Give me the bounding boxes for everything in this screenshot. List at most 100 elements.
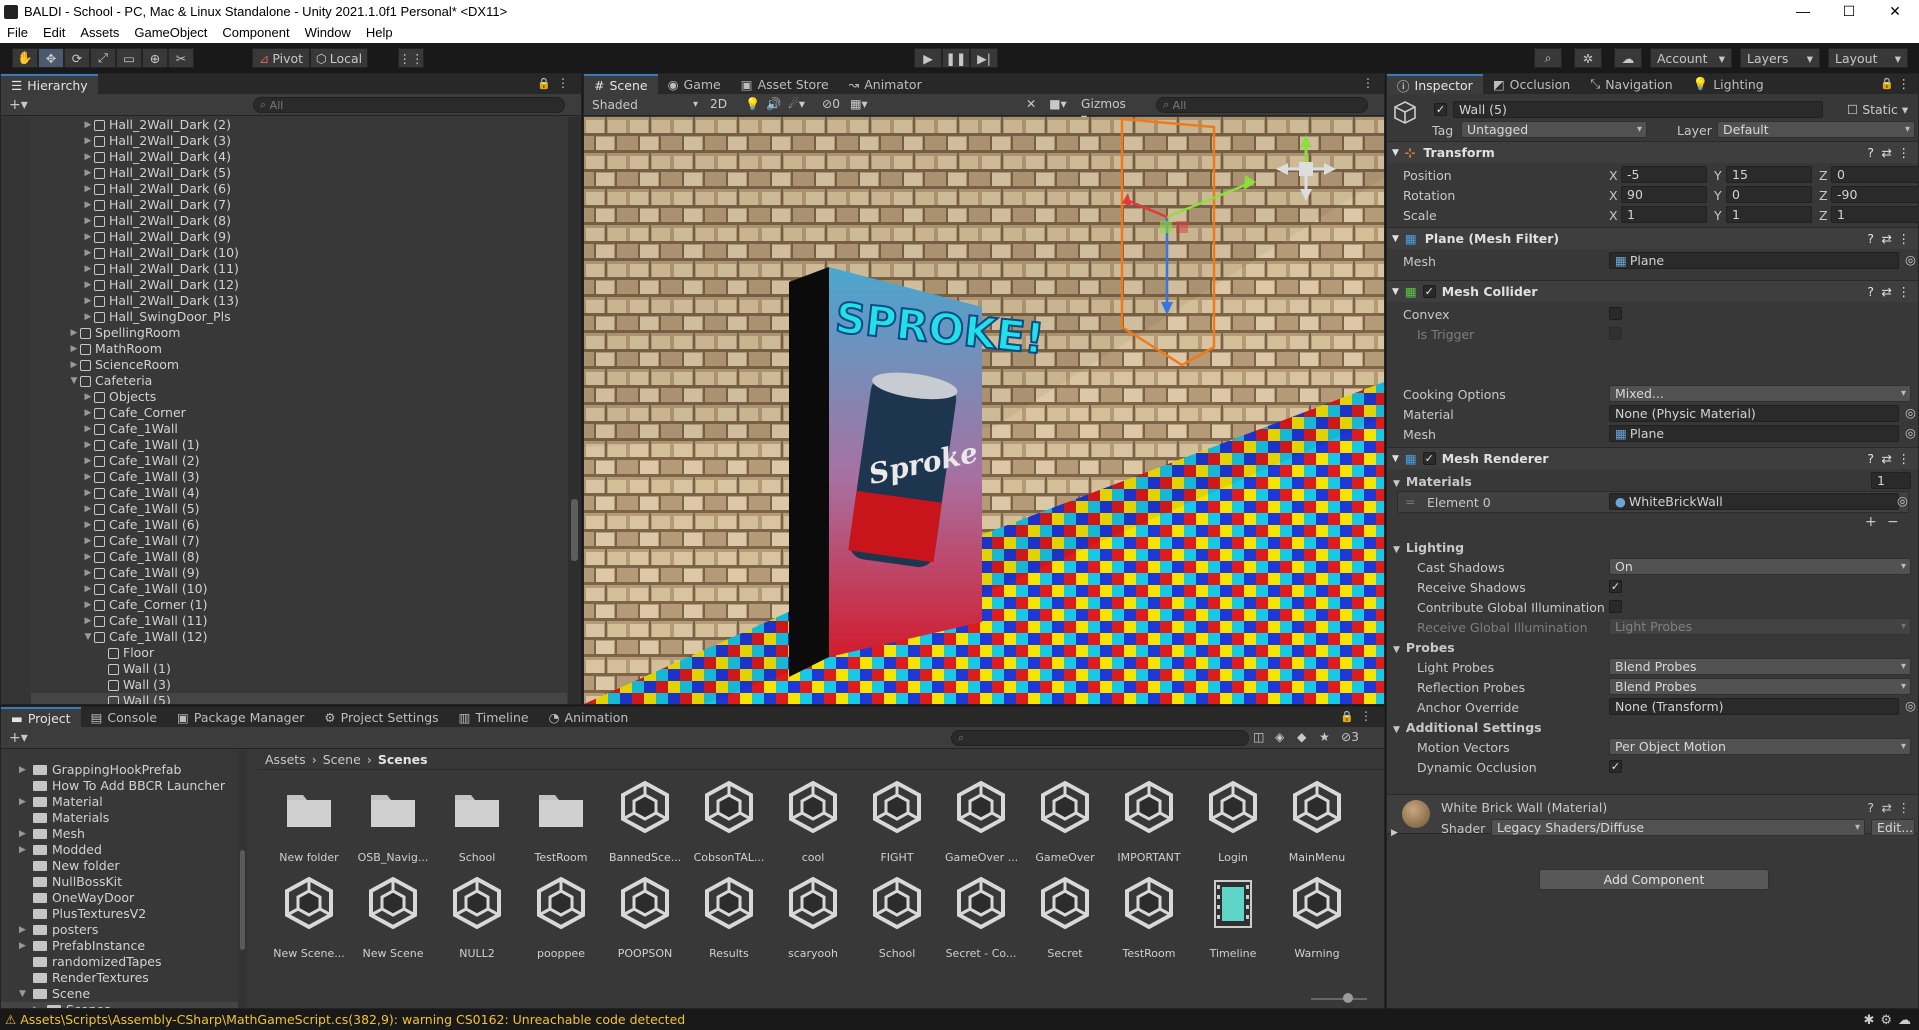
menu-gameobject[interactable]: GameObject xyxy=(127,23,215,43)
preset-icon[interactable]: ⇄ xyxy=(1882,284,1892,299)
motion-vectors-dropdown[interactable]: Per Object Motion xyxy=(1609,738,1911,755)
chevron-right-icon[interactable]: ▶ xyxy=(83,405,93,421)
shader-edit-button[interactable]: Edit... xyxy=(1871,819,1915,836)
hierarchy-scrollbar[interactable] xyxy=(568,117,581,704)
chevron-right-icon[interactable]: ▶ xyxy=(83,453,93,469)
preset-icon[interactable]: ⇄ xyxy=(1882,451,1892,466)
hierarchy-item[interactable]: ▶ SpellingRoom xyxy=(1,325,567,341)
tools-icon[interactable]: ✕ xyxy=(1026,97,1036,111)
scene-asset[interactable]: School xyxy=(861,875,933,960)
hierarchy-item[interactable]: ▶ Hall_SwingDoor_Pls xyxy=(1,309,567,325)
scene-asset[interactable]: Secret xyxy=(1029,875,1101,960)
folder-tree-item[interactable]: How To Add BBCR Launcher xyxy=(1,778,241,794)
hierarchy-item[interactable]: ▶ Cafe_1Wall (11) xyxy=(1,613,567,629)
chevron-right-icon[interactable]: ▶ xyxy=(19,762,33,778)
play-button[interactable]: ▶ xyxy=(914,48,942,68)
object-picker-icon[interactable]: ◎ xyxy=(1905,405,1916,420)
tab-navigation[interactable]: ⤡ Navigation xyxy=(1580,74,1682,94)
tab-console[interactable]: ▤ Console xyxy=(81,707,167,727)
hierarchy-item[interactable]: ▶ Cafe_1Wall (4) xyxy=(1,485,567,501)
cloud-icon[interactable]: ☁ xyxy=(1614,48,1642,68)
hierarchy-item[interactable]: ▶ Hall_2Wall_Dark (12) xyxy=(1,277,567,293)
scene-asset[interactable]: BannedSce... xyxy=(609,779,681,864)
favorite-icon[interactable]: ★ xyxy=(1319,730,1330,744)
transform-tool-icon[interactable]: ⊕ xyxy=(142,48,168,68)
chevron-right-icon[interactable]: ▶ xyxy=(83,165,93,181)
mesh-filter-header[interactable]: ▼ ▦ Plane (Mesh Filter) ? ⇄ ⋮ xyxy=(1387,227,1918,249)
folder-tree-item[interactable]: ▶ posters xyxy=(1,922,241,938)
chevron-right-icon[interactable]: ▶ xyxy=(83,597,93,613)
dynamic-occlusion-checkbox[interactable]: ✓ xyxy=(1609,760,1622,773)
chevron-right-icon[interactable]: ▶ xyxy=(83,437,93,453)
folder-tree-item[interactable]: OneWayDoor xyxy=(1,890,241,906)
active-checkbox[interactable]: ✓ xyxy=(1434,103,1447,116)
audio-icon[interactable]: 🔊 xyxy=(766,97,781,111)
element-0-field[interactable]: ● WhiteBrickWall xyxy=(1609,493,1899,510)
chevron-down-icon[interactable]: ▼ xyxy=(83,629,93,645)
layer-dropdown[interactable]: Default xyxy=(1717,121,1915,138)
object-picker-icon[interactable]: ◎ xyxy=(1905,425,1916,440)
effects-icon[interactable]: ☄▾ xyxy=(788,97,805,111)
scene-asset[interactable]: FIGHT xyxy=(861,779,933,864)
materials-foldout[interactable]: ▼ Materials xyxy=(1393,474,1472,489)
contribute-gi-checkbox[interactable] xyxy=(1609,600,1622,613)
folder-asset[interactable]: School xyxy=(441,779,513,864)
chevron-right-icon[interactable]: ▶ xyxy=(83,117,93,133)
folder-tree-item[interactable]: ▶ Mesh xyxy=(1,826,241,842)
scene-asset[interactable]: GameOver xyxy=(1029,779,1101,864)
kebab-menu-icon[interactable]: ⋮ xyxy=(1898,800,1911,815)
hierarchy-item[interactable]: ▶ Hall_2Wall_Dark (8) xyxy=(1,213,567,229)
step-button[interactable]: ▶| xyxy=(970,48,998,68)
hierarchy-item[interactable]: ▼ Cafeteria xyxy=(1,373,567,389)
mesh-field[interactable]: ▦ Plane xyxy=(1609,252,1899,269)
chevron-down-icon[interactable]: ▼ xyxy=(19,986,33,1002)
scale-x-field[interactable]: 1 xyxy=(1621,206,1707,223)
hierarchy-item[interactable]: Wall (3) xyxy=(1,677,567,693)
hierarchy-item[interactable]: ▶ Hall_2Wall_Dark (7) xyxy=(1,197,567,213)
menu-file[interactable]: File xyxy=(0,23,36,43)
chevron-right-icon[interactable]: ▶ xyxy=(83,517,93,533)
rect-tool-icon[interactable]: ▭ xyxy=(116,48,142,68)
scene-asset[interactable]: CobsonTAL... xyxy=(693,779,765,864)
rotation-y-field[interactable]: 0 xyxy=(1726,186,1812,203)
lock-icon[interactable]: 🔒 xyxy=(1340,710,1354,723)
collider-material-field[interactable]: None (Physic Material) xyxy=(1609,405,1899,422)
hierarchy-item[interactable]: ▶ Cafe_1Wall (10) xyxy=(1,581,567,597)
add-icon[interactable]: +▾ xyxy=(9,730,28,746)
hierarchy-item[interactable]: ▶ Objects xyxy=(1,389,567,405)
scene-asset[interactable]: Login xyxy=(1197,779,1269,864)
hierarchy-search-input[interactable]: ⌕ All xyxy=(253,97,565,113)
scene-asset[interactable]: cool xyxy=(777,779,849,864)
chevron-right-icon[interactable]: ▶ xyxy=(19,938,33,954)
chevron-right-icon[interactable]: ▶ xyxy=(83,213,93,229)
chevron-right-icon[interactable]: ▶ xyxy=(83,501,93,517)
menu-component[interactable]: Component xyxy=(215,23,297,43)
kebab-menu-icon[interactable]: ⋮ xyxy=(1898,231,1911,246)
camera-icon[interactable]: ■▾ xyxy=(1049,97,1067,111)
hierarchy-item[interactable]: ▶ ScienceRoom xyxy=(1,357,567,373)
chevron-right-icon[interactable]: ▶ xyxy=(1391,828,1398,838)
light-probes-dropdown[interactable]: Blend Probes xyxy=(1609,658,1911,675)
scene-viewport[interactable]: SPROKE! Sproke xyxy=(584,117,1384,704)
tab-animation[interactable]: ◔ Animation xyxy=(539,707,639,727)
chevron-right-icon[interactable]: ▶ xyxy=(83,533,93,549)
object-name-field[interactable]: Wall (5) xyxy=(1453,101,1823,118)
tag-dropdown[interactable]: Untagged xyxy=(1461,121,1647,138)
layers-dropdown[interactable]: Layers ▾ xyxy=(1740,48,1820,68)
tab-occlusion[interactable]: ◩ Occlusion xyxy=(1483,74,1580,94)
hierarchy-item[interactable]: ▶ Cafe_1Wall (5) xyxy=(1,501,567,517)
chevron-right-icon[interactable]: ▶ xyxy=(83,181,93,197)
chevron-right-icon[interactable]: ▶ xyxy=(83,549,93,565)
search-by-label-icon[interactable]: ◈ xyxy=(1275,730,1284,744)
chevron-right-icon[interactable]: ▶ xyxy=(19,922,33,938)
folder-tree-item[interactable]: ▶ PrefabInstance xyxy=(1,938,241,954)
anchor-override-field[interactable]: None (Transform) xyxy=(1609,698,1899,715)
reflection-probes-dropdown[interactable]: Blend Probes xyxy=(1609,678,1911,695)
folder-tree-item[interactable]: PlusTexturesV2 xyxy=(1,906,241,922)
light-bulb-icon[interactable]: 💡 xyxy=(745,97,760,111)
tab-project-settings[interactable]: ⚙ Project Settings xyxy=(314,707,448,727)
hierarchy-item[interactable]: ▶ Cafe_1Wall (7) xyxy=(1,533,567,549)
hierarchy-item[interactable]: ▶ Hall_2Wall_Dark (13) xyxy=(1,293,567,309)
scene-asset[interactable]: NULL2 xyxy=(441,875,513,960)
kebab-menu-icon[interactable]: ⋮ xyxy=(1898,284,1911,299)
